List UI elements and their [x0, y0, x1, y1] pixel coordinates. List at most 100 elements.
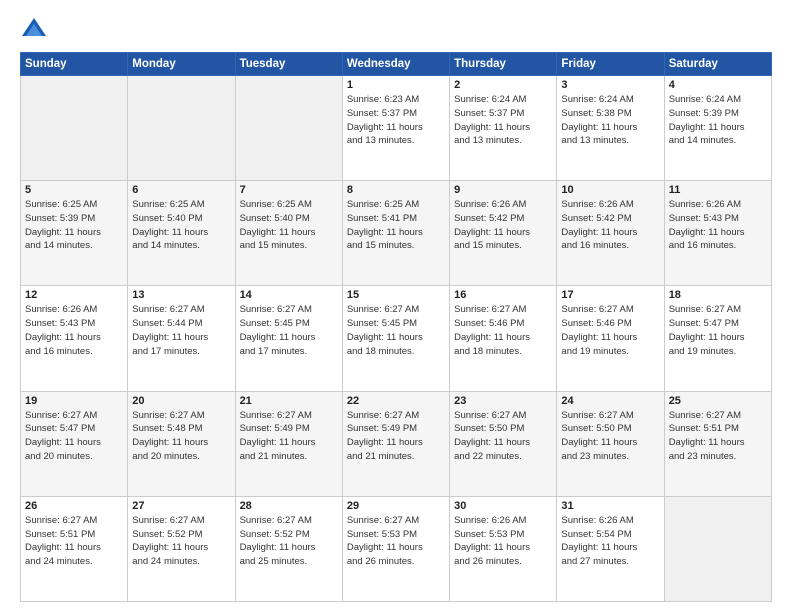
day-info: Sunrise: 6:27 AM Sunset: 5:51 PM Dayligh… — [25, 514, 123, 569]
day-info: Sunrise: 6:27 AM Sunset: 5:49 PM Dayligh… — [240, 409, 338, 464]
day-info: Sunrise: 6:27 AM Sunset: 5:44 PM Dayligh… — [132, 303, 230, 358]
day-cell: 6 Sunrise: 6:25 AM Sunset: 5:40 PM Daylig… — [128, 181, 235, 286]
day-cell — [21, 76, 128, 181]
day-cell: 27 Sunrise: 6:27 AM Sunset: 5:52 PM Dayli… — [128, 496, 235, 601]
day-info: Sunrise: 6:26 AM Sunset: 5:42 PM Dayligh… — [454, 198, 552, 253]
day-info: Sunrise: 6:27 AM Sunset: 5:45 PM Dayligh… — [240, 303, 338, 358]
day-info: Sunrise: 6:27 AM Sunset: 5:46 PM Dayligh… — [561, 303, 659, 358]
day-number: 17 — [561, 289, 659, 301]
day-number: 18 — [669, 289, 767, 301]
day-cell: 2 Sunrise: 6:24 AM Sunset: 5:37 PM Daylig… — [450, 76, 557, 181]
day-number: 8 — [347, 184, 445, 196]
day-cell: 3Sunrise: 6:24 AM Sunset: 5:38 PM Daylig… — [557, 76, 664, 181]
day-cell: 17 Sunrise: 6:27 AM Sunset: 5:46 PM Dayli… — [557, 286, 664, 391]
day-cell: 28 Sunrise: 6:27 AM Sunset: 5:52 PM Dayli… — [235, 496, 342, 601]
day-number: 9 — [454, 184, 552, 196]
day-number: 22 — [347, 395, 445, 407]
day-number: 24 — [561, 395, 659, 407]
day-number: 31 — [561, 500, 659, 512]
header-friday: Friday — [557, 53, 664, 76]
day-info: Sunrise: 6:26 AM Sunset: 5:54 PM Dayligh… — [561, 514, 659, 569]
day-number: 7 — [240, 184, 338, 196]
day-number: 5 — [25, 184, 123, 196]
header-sunday: Sunday — [21, 53, 128, 76]
day-info: Sunrise: 6:27 AM Sunset: 5:49 PM Dayligh… — [347, 409, 445, 464]
page: SundayMondayTuesdayWednesdayThursdayFrid… — [0, 0, 792, 612]
day-cell — [664, 496, 771, 601]
day-cell: 16 Sunrise: 6:27 AM Sunset: 5:46 PM Dayli… — [450, 286, 557, 391]
day-info: Sunrise: 6:27 AM Sunset: 5:51 PM Dayligh… — [669, 409, 767, 464]
day-cell: 9 Sunrise: 6:26 AM Sunset: 5:42 PM Daylig… — [450, 181, 557, 286]
day-info: Sunrise: 6:27 AM Sunset: 5:50 PM Dayligh… — [454, 409, 552, 464]
day-number: 20 — [132, 395, 230, 407]
header-tuesday: Tuesday — [235, 53, 342, 76]
day-number: 11 — [669, 184, 767, 196]
day-info: Sunrise: 6:27 AM Sunset: 5:45 PM Dayligh… — [347, 303, 445, 358]
day-info: Sunrise: 6:24 AM Sunset: 5:37 PM Dayligh… — [454, 93, 552, 148]
day-cell: 25 Sunrise: 6:27 AM Sunset: 5:51 PM Dayli… — [664, 391, 771, 496]
day-number: 14 — [240, 289, 338, 301]
day-cell: 5 Sunrise: 6:25 AM Sunset: 5:39 PM Daylig… — [21, 181, 128, 286]
day-number: 4 — [669, 79, 767, 91]
day-cell: 13Sunrise: 6:27 AM Sunset: 5:44 PM Dayli… — [128, 286, 235, 391]
day-cell: 23 Sunrise: 6:27 AM Sunset: 5:50 PM Dayli… — [450, 391, 557, 496]
day-cell: 7 Sunrise: 6:25 AM Sunset: 5:40 PM Daylig… — [235, 181, 342, 286]
logo-icon — [20, 16, 48, 44]
day-cell: 26 Sunrise: 6:27 AM Sunset: 5:51 PM Dayli… — [21, 496, 128, 601]
day-number: 23 — [454, 395, 552, 407]
day-number: 10 — [561, 184, 659, 196]
week-row-3: 19 Sunrise: 6:27 AM Sunset: 5:47 PM Dayli… — [21, 391, 772, 496]
day-number: 28 — [240, 500, 338, 512]
day-info: Sunrise: 6:27 AM Sunset: 5:46 PM Dayligh… — [454, 303, 552, 358]
day-cell: 20Sunrise: 6:27 AM Sunset: 5:48 PM Dayli… — [128, 391, 235, 496]
day-cell: 21 Sunrise: 6:27 AM Sunset: 5:49 PM Dayli… — [235, 391, 342, 496]
day-number: 16 — [454, 289, 552, 301]
day-number: 25 — [669, 395, 767, 407]
day-cell: 8Sunrise: 6:25 AM Sunset: 5:41 PM Daylig… — [342, 181, 449, 286]
day-info: Sunrise: 6:27 AM Sunset: 5:52 PM Dayligh… — [240, 514, 338, 569]
day-cell: 31 Sunrise: 6:26 AM Sunset: 5:54 PM Dayli… — [557, 496, 664, 601]
header-wednesday: Wednesday — [342, 53, 449, 76]
day-number: 21 — [240, 395, 338, 407]
day-info: Sunrise: 6:23 AM Sunset: 5:37 PM Dayligh… — [347, 93, 445, 148]
day-info: Sunrise: 6:26 AM Sunset: 5:53 PM Dayligh… — [454, 514, 552, 569]
day-number: 27 — [132, 500, 230, 512]
header-monday: Monday — [128, 53, 235, 76]
day-number: 2 — [454, 79, 552, 91]
week-row-0: 1 Sunrise: 6:23 AM Sunset: 5:37 PM Daylig… — [21, 76, 772, 181]
calendar-table: SundayMondayTuesdayWednesdayThursdayFrid… — [20, 52, 772, 602]
day-info: Sunrise: 6:25 AM Sunset: 5:40 PM Dayligh… — [240, 198, 338, 253]
day-info: Sunrise: 6:26 AM Sunset: 5:42 PM Dayligh… — [561, 198, 659, 253]
day-info: Sunrise: 6:24 AM Sunset: 5:38 PM Dayligh… — [561, 93, 659, 148]
day-info: Sunrise: 6:27 AM Sunset: 5:47 PM Dayligh… — [669, 303, 767, 358]
day-cell: 1 Sunrise: 6:23 AM Sunset: 5:37 PM Daylig… — [342, 76, 449, 181]
day-cell: 11 Sunrise: 6:26 AM Sunset: 5:43 PM Dayli… — [664, 181, 771, 286]
week-row-4: 26 Sunrise: 6:27 AM Sunset: 5:51 PM Dayli… — [21, 496, 772, 601]
day-number: 30 — [454, 500, 552, 512]
header-thursday: Thursday — [450, 53, 557, 76]
day-cell: 29Sunrise: 6:27 AM Sunset: 5:53 PM Dayli… — [342, 496, 449, 601]
day-cell: 12Sunrise: 6:26 AM Sunset: 5:43 PM Dayli… — [21, 286, 128, 391]
day-info: Sunrise: 6:25 AM Sunset: 5:40 PM Dayligh… — [132, 198, 230, 253]
day-number: 1 — [347, 79, 445, 91]
day-cell: 18 Sunrise: 6:27 AM Sunset: 5:47 PM Dayli… — [664, 286, 771, 391]
week-row-1: 5 Sunrise: 6:25 AM Sunset: 5:39 PM Daylig… — [21, 181, 772, 286]
week-row-2: 12Sunrise: 6:26 AM Sunset: 5:43 PM Dayli… — [21, 286, 772, 391]
day-info: Sunrise: 6:27 AM Sunset: 5:52 PM Dayligh… — [132, 514, 230, 569]
day-info: Sunrise: 6:27 AM Sunset: 5:53 PM Dayligh… — [347, 514, 445, 569]
day-cell: 22 Sunrise: 6:27 AM Sunset: 5:49 PM Dayli… — [342, 391, 449, 496]
day-info: Sunrise: 6:27 AM Sunset: 5:47 PM Dayligh… — [25, 409, 123, 464]
day-number: 15 — [347, 289, 445, 301]
day-info: Sunrise: 6:26 AM Sunset: 5:43 PM Dayligh… — [669, 198, 767, 253]
day-cell — [128, 76, 235, 181]
day-number: 26 — [25, 500, 123, 512]
day-number: 19 — [25, 395, 123, 407]
day-cell: 14 Sunrise: 6:27 AM Sunset: 5:45 PM Dayli… — [235, 286, 342, 391]
day-info: Sunrise: 6:26 AM Sunset: 5:43 PM Dayligh… — [25, 303, 123, 358]
day-number: 6 — [132, 184, 230, 196]
day-info: Sunrise: 6:25 AM Sunset: 5:39 PM Dayligh… — [25, 198, 123, 253]
day-cell: 10 Sunrise: 6:26 AM Sunset: 5:42 PM Dayli… — [557, 181, 664, 286]
day-cell: 19 Sunrise: 6:27 AM Sunset: 5:47 PM Dayli… — [21, 391, 128, 496]
header-saturday: Saturday — [664, 53, 771, 76]
day-cell: 30 Sunrise: 6:26 AM Sunset: 5:53 PM Dayli… — [450, 496, 557, 601]
